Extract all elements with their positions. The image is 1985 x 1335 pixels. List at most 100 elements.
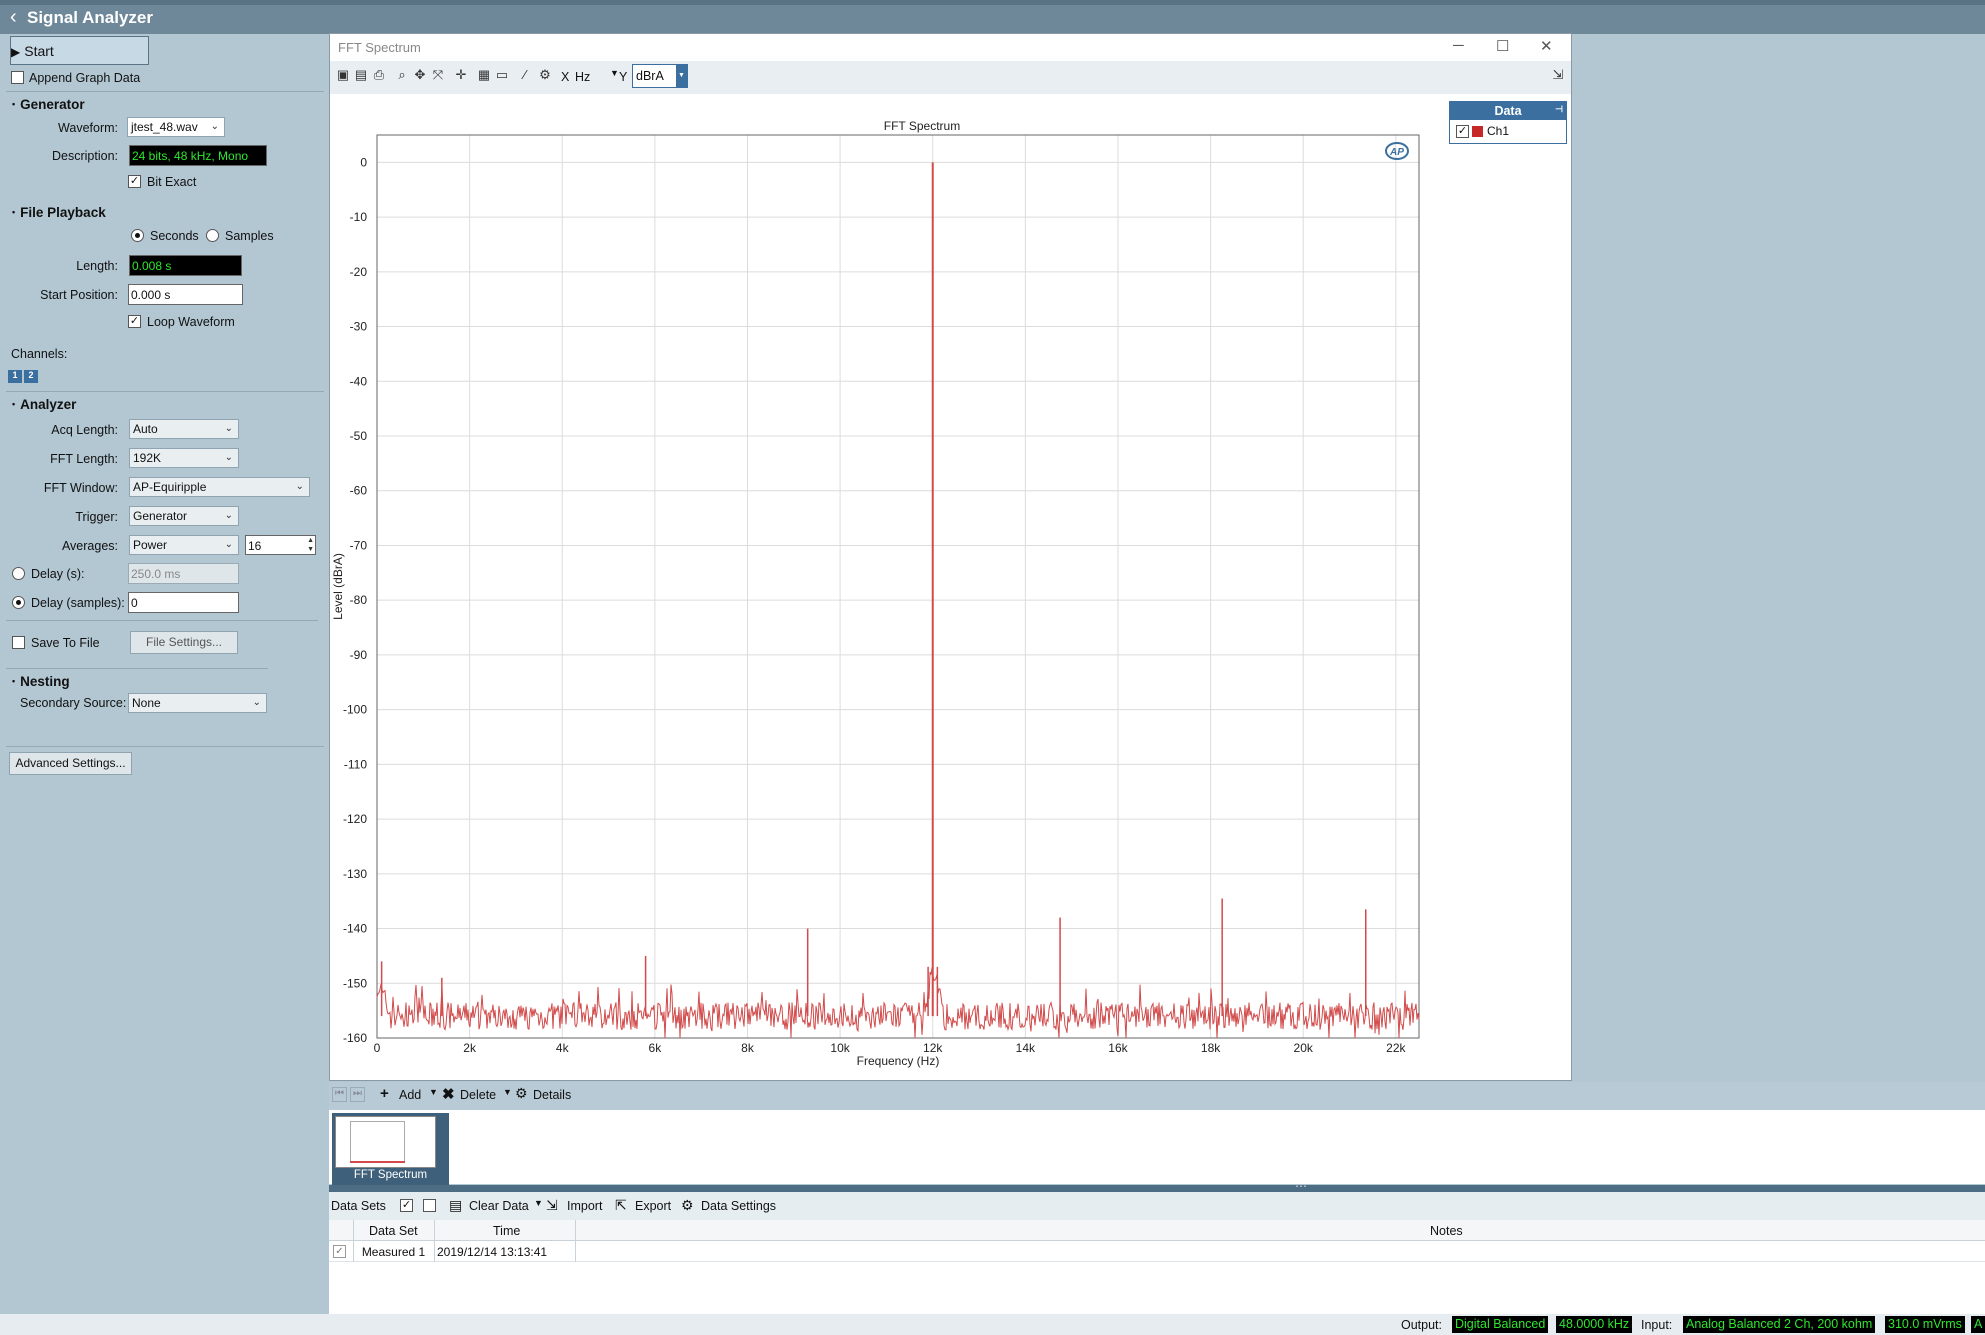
chevron-down-icon[interactable]: ▼ [676, 65, 687, 87]
seconds-label: Seconds [150, 229, 199, 243]
averages-count-input[interactable]: 16 ▲ ▼ [245, 535, 316, 555]
generator-section-title[interactable]: Generator [12, 97, 85, 112]
print-icon[interactable]: ⎙ [370, 67, 388, 85]
details-button[interactable]: Details [533, 1088, 571, 1102]
ch1-visibility-checkbox[interactable]: ✓ [1456, 125, 1469, 138]
data-settings-button[interactable]: Data Settings [701, 1199, 776, 1213]
chevron-down-icon: ⌄ [224, 539, 233, 550]
x-tick-label: 2k [463, 1041, 477, 1055]
samples-label: Samples [225, 229, 274, 243]
back-chevron-icon[interactable]: ‹ [10, 6, 17, 29]
ch1-legend-label: Ch1 [1487, 124, 1510, 138]
delete-button[interactable]: Delete [460, 1088, 496, 1102]
input-device-readout[interactable]: Analog Balanced 2 Ch, 200 kohm [1683, 1316, 1876, 1333]
first-page-icon[interactable]: ⏮ [332, 1087, 347, 1102]
add-icon[interactable]: + [380, 1085, 389, 1102]
export-icon[interactable]: ⇱ [615, 1197, 627, 1214]
delay-samples-radio[interactable] [12, 596, 25, 609]
clear-data-icon[interactable]: ▤ [449, 1197, 462, 1214]
pan-icon[interactable]: ✥ [411, 67, 429, 85]
start-button[interactable]: ▶ Start [10, 36, 149, 65]
chevron-down-icon[interactable]: ▼ [610, 68, 619, 78]
table-icon[interactable]: ▦ [475, 67, 493, 85]
y-tick-label: -30 [350, 320, 368, 334]
chevron-down-icon[interactable]: ▼ [534, 1198, 543, 1208]
column-header-data-set[interactable]: Data Set [369, 1224, 418, 1238]
delay-samples-input[interactable]: 0 [128, 592, 239, 613]
data-settings-gear-icon[interactable]: ⚙ [681, 1197, 694, 1214]
output-rate-readout[interactable]: 48.0000 kHz [1556, 1316, 1633, 1333]
input-extra-readout[interactable]: A [1971, 1316, 1985, 1333]
ch1-color-swatch [1472, 126, 1483, 137]
import-button[interactable]: Import [567, 1199, 602, 1213]
close-icon[interactable]: ✕ [1540, 37, 1553, 55]
spinner-icon[interactable]: ▲ ▼ [307, 536, 314, 554]
delay-seconds-radio[interactable] [12, 567, 25, 580]
row-visibility-checkbox[interactable]: ✓ [333, 1245, 346, 1258]
panel-splitter[interactable]: ⋯ [329, 1179, 1985, 1193]
append-graph-checkbox[interactable] [11, 71, 24, 84]
output-device-readout[interactable]: Digital Balanced [1452, 1316, 1549, 1333]
x-unit-select[interactable]: Hz [575, 70, 590, 84]
column-header-time[interactable]: Time [493, 1224, 520, 1238]
loop-waveform-checkbox[interactable]: ✓ [128, 315, 141, 328]
add-button[interactable]: Add [399, 1088, 421, 1102]
playback-section-title[interactable]: File Playback [12, 205, 106, 220]
column-divider [353, 1220, 354, 1241]
channel-1-icon[interactable]: 1 [8, 370, 22, 383]
advanced-settings-button[interactable]: Advanced Settings... [9, 752, 132, 775]
axis-options-icon[interactable]: ∕ [516, 67, 534, 85]
thumbnail-trace [350, 1161, 405, 1163]
details-gear-icon[interactable]: ⚙ [515, 1085, 528, 1102]
chevron-down-icon[interactable]: ▼ [429, 1087, 438, 1097]
y-tick-label: -10 [350, 210, 368, 224]
minimize-icon[interactable]: ─ [1453, 37, 1464, 54]
samples-radio[interactable] [206, 229, 219, 242]
import-icon[interactable]: ⇲ [546, 1197, 558, 1214]
delete-icon[interactable]: ✖ [442, 1085, 455, 1103]
description-readout: 24 bits, 48 kHz, Mono [129, 145, 267, 166]
seconds-radio[interactable] [131, 229, 144, 242]
fft-length-select[interactable]: 192K ⌄ [129, 448, 239, 468]
column-divider [575, 1220, 576, 1241]
y-unit-select[interactable]: dBrA ▼ [632, 64, 688, 88]
fft-window-select[interactable]: AP-Equiripple ⌄ [129, 477, 310, 497]
bit-exact-checkbox[interactable]: ✓ [128, 175, 141, 188]
input-level-readout[interactable]: 310.0 mVrms [1885, 1316, 1965, 1333]
export-button[interactable]: Export [635, 1199, 671, 1213]
uncheck-all-icon[interactable] [423, 1199, 436, 1212]
waveform-select[interactable]: jtest_48.wav ⌄ [127, 117, 225, 137]
x-tick-label: 6k [649, 1041, 663, 1055]
delay-seconds-input[interactable]: 250.0 ms [128, 563, 239, 584]
analyzer-section-title[interactable]: Analyzer [12, 397, 76, 412]
undock-icon[interactable]: ⇲ [1549, 67, 1567, 85]
fft-thumbnail[interactable]: FFT Spectrum [332, 1113, 449, 1185]
file-settings-button[interactable]: File Settings... [130, 631, 238, 654]
save-graph-icon[interactable]: ▣ [334, 67, 352, 85]
table-row[interactable]: ✓ Measured 1 2019/12/14 13:13:41 [329, 1241, 1985, 1262]
clear-data-button[interactable]: Clear Data [469, 1199, 529, 1213]
x-tick-label: 10k [830, 1041, 850, 1055]
secondary-source-select[interactable]: None ⌄ [128, 693, 267, 713]
column-header-notes[interactable]: Notes [1430, 1224, 1463, 1238]
start-position-input[interactable]: 0.000 s [128, 284, 243, 305]
zoom-icon[interactable]: ⌕ [393, 67, 411, 85]
copy-graph-icon[interactable]: ▤ [352, 67, 370, 85]
description-label: Description: [52, 149, 118, 163]
x-tick-labels: 0 2k 4k 6k 8k 10k 12k 14k 16k 18k 20k 22k [374, 1041, 1407, 1055]
acq-length-select[interactable]: Auto ⌄ [129, 419, 239, 439]
averages-select[interactable]: Power ⌄ [129, 535, 239, 555]
pin-icon[interactable]: ⊣ [1555, 104, 1563, 115]
channel-2-icon[interactable]: 2 [24, 370, 38, 383]
check-all-icon[interactable]: ✓ [400, 1199, 413, 1212]
fit-icon[interactable]: ⤧ [429, 67, 447, 85]
cursor-icon[interactable]: ✛ [452, 67, 470, 85]
nesting-section-title[interactable]: Nesting [12, 674, 70, 689]
trigger-select[interactable]: Generator ⌄ [129, 506, 239, 526]
settings-gear-icon[interactable]: ⚙ [536, 67, 554, 85]
graph-options-icon[interactable]: ▭ [493, 67, 511, 85]
maximize-icon[interactable]: ☐ [1496, 37, 1509, 55]
last-page-icon[interactable]: ⏭ [350, 1087, 365, 1102]
save-to-file-checkbox[interactable] [12, 636, 25, 649]
chevron-down-icon[interactable]: ▼ [503, 1087, 512, 1097]
